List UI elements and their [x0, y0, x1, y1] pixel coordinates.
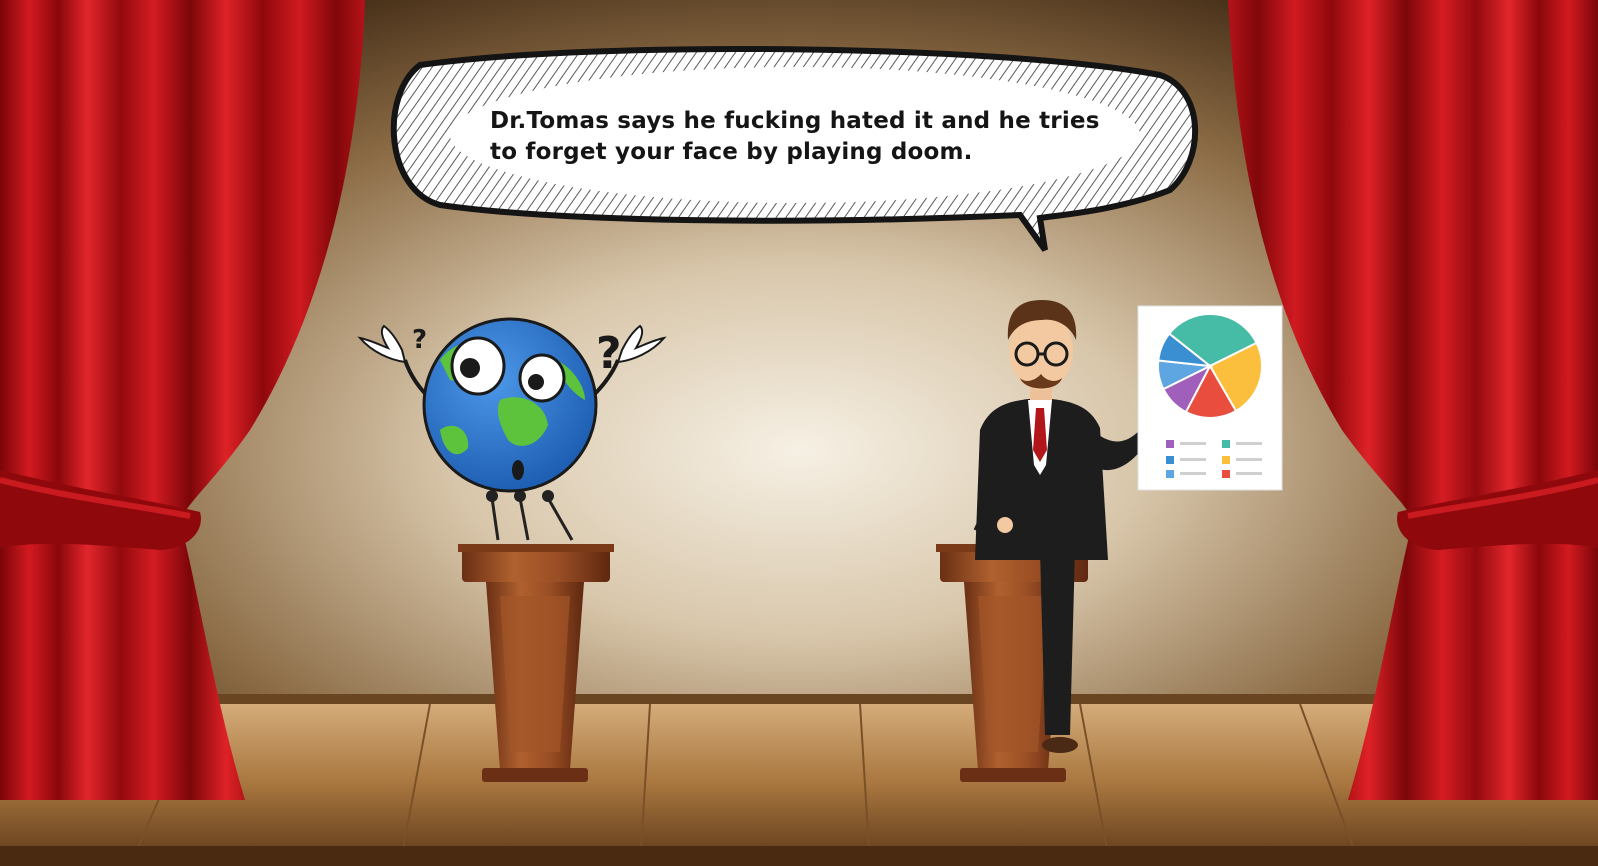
svg-text:?: ?: [596, 328, 622, 379]
board-legend-swatch: [1166, 470, 1174, 478]
pie-chart-board-icon: [1137, 305, 1283, 491]
board-legend-swatch: [1166, 440, 1174, 448]
board-legend-swatch: [1222, 470, 1230, 478]
board-pie-chart: [1157, 313, 1263, 419]
dialogue-line-2: to forget your face by playing doom.: [490, 139, 973, 165]
board-legend-swatch: [1166, 456, 1174, 464]
dialogue-line-1: Dr.Tomas says he fucking hated it and he…: [490, 108, 1100, 134]
dialogue-text: Dr.Tomas says he fucking hated it and he…: [490, 106, 1140, 168]
board-legend-swatch: [1222, 456, 1230, 464]
svg-text:?: ?: [412, 325, 427, 355]
game-stage: ? ? Dr.Tomas says he fucking hated it an…: [0, 0, 1598, 866]
board-legend-swatch: [1222, 440, 1230, 448]
